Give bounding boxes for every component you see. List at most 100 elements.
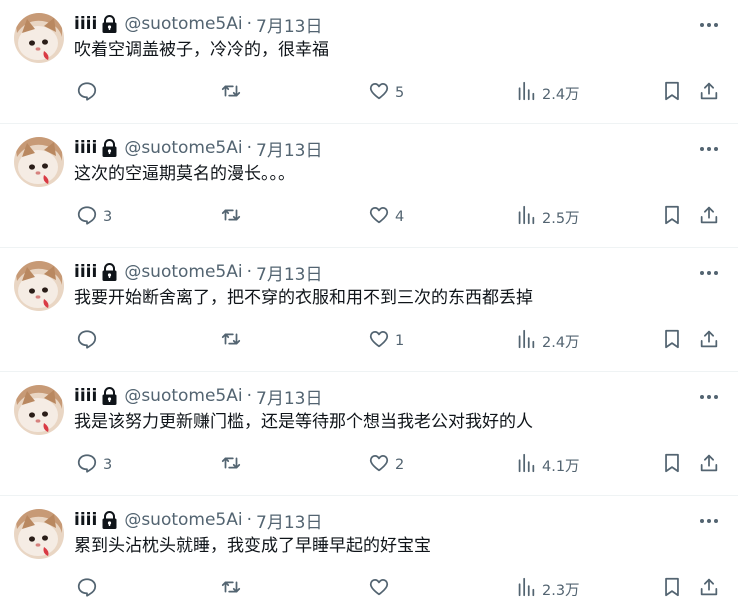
tweet-date[interactable]: 7月13日 [256, 136, 322, 161]
display-name[interactable]: iiii [74, 14, 97, 34]
bookmark-icon [661, 576, 683, 602]
view-count: 2.4万 [542, 334, 580, 351]
separator-dot: · [246, 138, 253, 158]
views-button[interactable]: 2.5万 [515, 204, 580, 230]
view-count: 4.1万 [542, 458, 580, 475]
user-handle[interactable]: @suotome5Ai [124, 262, 242, 282]
reply-count: 3 [103, 457, 113, 473]
views-button[interactable]: 4.1万 [515, 452, 580, 478]
more-horizontal-icon[interactable] [696, 138, 722, 160]
tweet-text: 这次的空逼期莫名的漫长。。。 [74, 164, 295, 184]
avatar[interactable] [14, 261, 64, 311]
avatar[interactable] [14, 137, 64, 187]
more-horizontal-icon[interactable] [696, 262, 722, 284]
reply-icon [76, 80, 98, 106]
retweet-button[interactable] [220, 328, 247, 354]
tweet-header: iiii @suotome5Ai · 7月13日 [74, 260, 322, 285]
tweet-actions: 3 2 4.1万 [0, 452, 738, 478]
share-button[interactable] [698, 576, 720, 602]
views-chart-icon [515, 80, 537, 106]
heart-icon [368, 204, 390, 230]
more-horizontal-icon[interactable] [696, 510, 722, 532]
user-handle[interactable]: @suotome5Ai [124, 386, 242, 406]
view-count: 2.5万 [542, 210, 580, 227]
tweet-text: 我要开始断舍离了，把不穿的衣服和用不到三次的东西都丢掉 [74, 288, 533, 308]
more-horizontal-icon[interactable] [696, 386, 722, 408]
tweet-text: 我是该努力更新赚门槛，还是等待那个想当我老公对我好的人 [74, 412, 533, 432]
views-button[interactable]: 2.4万 [515, 328, 580, 354]
tweet-header: iiii @suotome5Ai · 7月13日 [74, 12, 322, 37]
tweet-actions: 1 2.4万 [0, 328, 738, 354]
bookmark-button[interactable] [661, 204, 683, 230]
display-name[interactable]: iiii [74, 138, 97, 158]
bookmark-button[interactable] [661, 576, 683, 602]
tweet[interactable]: iiii @suotome5Ai · 7月13日 这次的空逼期莫名的漫长。。。 … [0, 124, 738, 248]
reply-button[interactable]: 3 [76, 204, 112, 230]
heart-icon [368, 328, 390, 354]
views-chart-icon [515, 328, 537, 354]
bookmark-button[interactable] [661, 452, 683, 478]
retweet-icon [220, 328, 242, 354]
user-handle[interactable]: @suotome5Ai [124, 14, 242, 34]
user-handle[interactable]: @suotome5Ai [124, 510, 242, 530]
reply-button[interactable]: 3 [76, 452, 112, 478]
tweet-date[interactable]: 7月13日 [256, 12, 322, 37]
reply-count: 3 [103, 209, 113, 225]
retweet-button[interactable] [220, 452, 247, 478]
views-button[interactable]: 2.4万 [515, 80, 580, 106]
bookmark-button[interactable] [661, 80, 683, 106]
user-handle[interactable]: @suotome5Ai [124, 138, 242, 158]
reply-button[interactable] [76, 80, 103, 106]
more-horizontal-icon[interactable] [696, 14, 722, 36]
retweet-button[interactable] [220, 80, 247, 106]
retweet-icon [220, 452, 242, 478]
reply-button[interactable] [76, 328, 103, 354]
bookmark-button[interactable] [661, 328, 683, 354]
tweet[interactable]: iiii @suotome5Ai · 7月13日 累到头沾枕头就睡，我变成了早睡… [0, 496, 738, 613]
retweet-button[interactable] [220, 204, 247, 230]
like-button[interactable] [368, 576, 395, 602]
like-button[interactable]: 5 [368, 80, 404, 106]
reply-icon [76, 328, 98, 354]
reply-icon [76, 452, 98, 478]
like-button[interactable]: 4 [368, 204, 404, 230]
lock-icon [101, 386, 118, 406]
tweet-header: iiii @suotome5Ai · 7月13日 [74, 384, 322, 409]
tweet[interactable]: iiii @suotome5Ai · 7月13日 吹着空调盖被子，冷冷的，很幸福… [0, 0, 738, 124]
display-name[interactable]: iiii [74, 262, 97, 282]
separator-dot: · [246, 262, 253, 282]
tweet-date[interactable]: 7月13日 [256, 260, 322, 285]
like-count: 2 [395, 457, 405, 473]
reply-icon [76, 576, 98, 602]
lock-icon [101, 14, 118, 34]
retweet-icon [220, 204, 242, 230]
share-button[interactable] [698, 204, 720, 230]
tweet[interactable]: iiii @suotome5Ai · 7月13日 我要开始断舍离了，把不穿的衣服… [0, 248, 738, 372]
timeline-feed: iiii @suotome5Ai · 7月13日 吹着空调盖被子，冷冷的，很幸福… [0, 0, 738, 613]
display-name[interactable]: iiii [74, 386, 97, 406]
lock-icon [101, 138, 118, 158]
retweet-button[interactable] [220, 576, 247, 602]
separator-dot: · [246, 386, 253, 406]
display-name[interactable]: iiii [74, 510, 97, 530]
lock-icon [101, 510, 118, 530]
tweet[interactable]: iiii @suotome5Ai · 7月13日 我是该努力更新赚门槛，还是等待… [0, 372, 738, 496]
separator-dot: · [246, 510, 253, 530]
like-button[interactable]: 2 [368, 452, 404, 478]
lock-icon [101, 262, 118, 282]
avatar[interactable] [14, 385, 64, 435]
reply-button[interactable] [76, 576, 103, 602]
tweet-date[interactable]: 7月13日 [256, 384, 322, 409]
view-count: 2.4万 [542, 86, 580, 103]
like-button[interactable]: 1 [368, 328, 404, 354]
share-button[interactable] [698, 80, 720, 106]
avatar[interactable] [14, 509, 64, 559]
share-icon [698, 576, 720, 602]
like-count: 1 [395, 333, 405, 349]
share-button[interactable] [698, 452, 720, 478]
avatar[interactable] [14, 13, 64, 63]
views-button[interactable]: 2.3万 [515, 576, 580, 602]
tweet-date[interactable]: 7月13日 [256, 508, 322, 533]
share-button[interactable] [698, 328, 720, 354]
share-icon [698, 328, 720, 354]
